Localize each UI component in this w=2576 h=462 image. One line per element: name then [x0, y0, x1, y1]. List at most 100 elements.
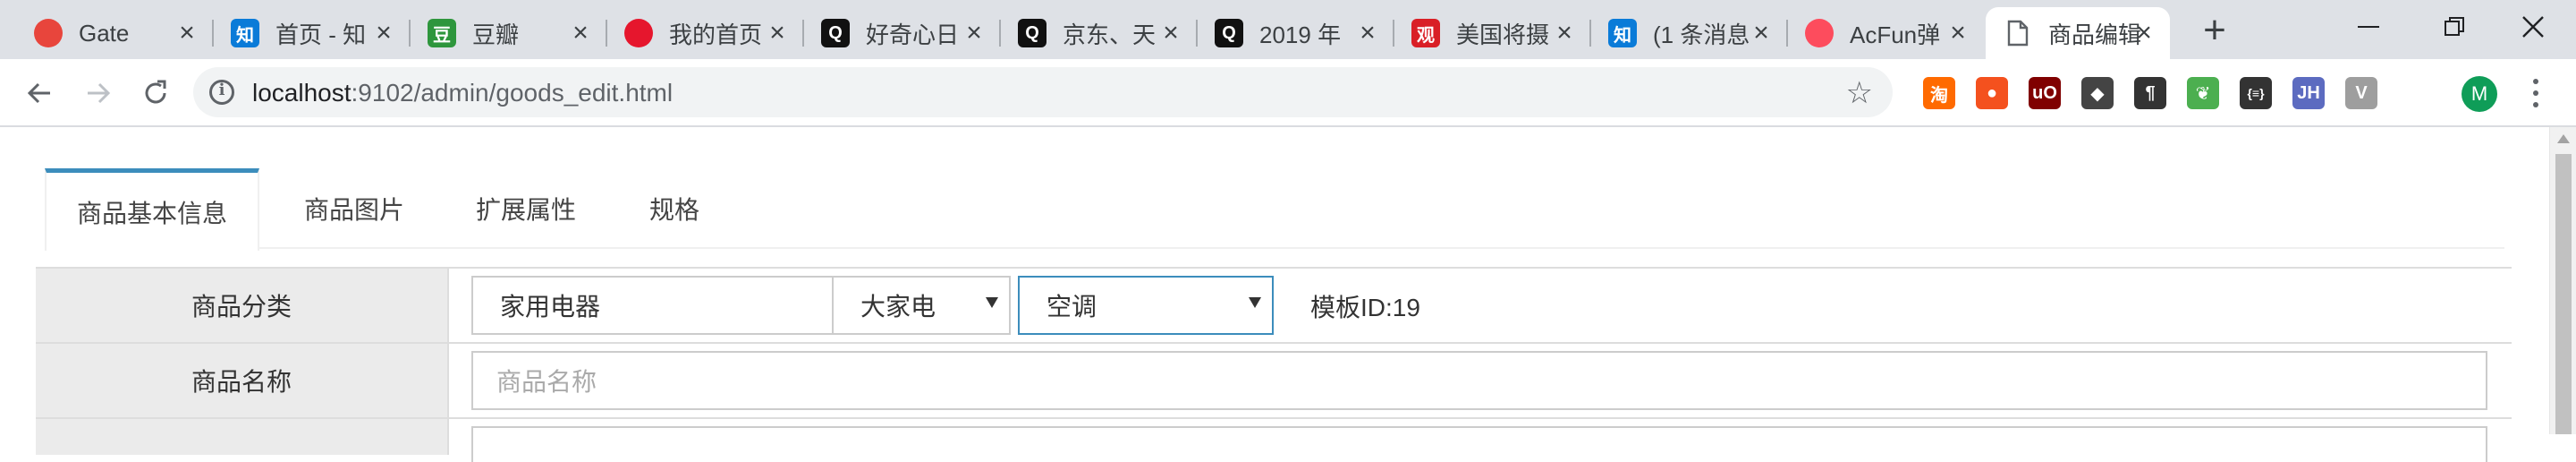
close-tab-icon[interactable]: ×: [2131, 20, 2157, 47]
close-tab-icon[interactable]: ×: [1551, 20, 1578, 47]
chevron-down-icon: [986, 297, 998, 308]
tab-specifications[interactable]: 规格: [619, 168, 730, 249]
close-window-button[interactable]: [2490, 0, 2576, 54]
goods-name-row: 商品名称 商品名称: [36, 344, 2512, 419]
tab-separator: [1589, 20, 1591, 47]
browser-tab[interactable]: 知首页 - 知 ×: [213, 7, 410, 59]
menu-dot: [2533, 78, 2538, 84]
minimize-window-button[interactable]: [2326, 0, 2411, 54]
jh-ext-icon[interactable]: JH: [2292, 77, 2325, 109]
taobao-ext-icon[interactable]: 淘: [1923, 77, 1955, 109]
minimize-icon: [2358, 26, 2379, 28]
url-text[interactable]: localhost:9102/admin/goods_edit.html: [252, 79, 673, 107]
weibo-favicon-icon: [624, 19, 653, 47]
tab-separator: [1196, 20, 1198, 47]
tab-separator: [802, 20, 804, 47]
reload-button[interactable]: [132, 70, 179, 116]
next-row-input[interactable]: [471, 426, 2487, 462]
browser-tab[interactable]: 知 (1 条消息 ×: [1590, 7, 1787, 59]
browser-tab[interactable]: Gate ×: [16, 7, 213, 59]
next-row-label: [36, 419, 449, 455]
category-row: 商品分类 家用电器 大家电 空调 模板ID:19: [36, 269, 2512, 344]
browser-tab[interactable]: Q 好奇心日 ×: [803, 7, 1000, 59]
goods-name-input[interactable]: 商品名称: [471, 351, 2487, 410]
close-tab-icon[interactable]: ×: [1748, 20, 1775, 47]
scroll-up-arrow-icon[interactable]: [2557, 134, 2570, 143]
category-level1-select[interactable]: 家用电器: [471, 276, 863, 335]
vue-ext-icon[interactable]: V: [2345, 77, 2377, 109]
tab-separator: [212, 20, 214, 47]
pilcrow-ext-icon[interactable]: ¶: [2134, 77, 2166, 109]
close-tab-icon[interactable]: ×: [370, 20, 397, 47]
close-tab-icon[interactable]: ×: [1945, 20, 1971, 47]
tab-images[interactable]: 商品图片: [274, 168, 435, 249]
menu-dot: [2533, 90, 2538, 96]
scrollbar-thumb[interactable]: [2555, 154, 2572, 434]
chevron-down-icon: [1249, 297, 1261, 308]
close-tab-icon[interactable]: ×: [1354, 20, 1381, 47]
tab-separator: [606, 20, 607, 47]
arrow-left-icon: [27, 82, 50, 104]
category-level3-select[interactable]: 空调: [1018, 276, 1274, 335]
tab-extended-attributes[interactable]: 扩展属性: [445, 168, 606, 249]
browser-menu-button[interactable]: [2522, 75, 2549, 111]
category-level2-value: 大家电: [860, 293, 936, 321]
ublock-ext-icon[interactable]: uO: [2029, 77, 2061, 109]
tab-separator: [999, 20, 1001, 47]
tab-basic-info[interactable]: 商品基本信息: [45, 168, 260, 251]
browser-tab[interactable]: Q 京东、天 ×: [1000, 7, 1197, 59]
zhihu-favicon-icon: 知: [231, 19, 259, 47]
leaf-ext-icon[interactable]: ❦: [2187, 77, 2219, 109]
tab-separator: [1393, 20, 1394, 47]
browser-tab[interactable]: 观美国将摄 ×: [1394, 7, 1590, 59]
page-content: 商品基本信息 商品图片 扩展属性 规格 商品分类 家用电器 大家电 空调 模板I…: [0, 127, 2576, 462]
browser-tab[interactable]: 商品编辑 ×: [1986, 7, 2170, 59]
page-favicon-icon: [2004, 19, 2032, 47]
close-tab-icon[interactable]: ×: [764, 20, 791, 47]
profile-avatar[interactable]: M: [2462, 76, 2497, 112]
goods-form: 商品分类 家用电器 大家电 空调 模板ID:19 商品名称 商品名称: [36, 267, 2512, 462]
site-info-icon[interactable]: [209, 80, 234, 105]
next-form-row: [36, 419, 2512, 462]
bookmark-star-icon[interactable]: ☆: [1846, 75, 1873, 111]
category-level2-select[interactable]: 大家电: [832, 276, 1011, 335]
reload-icon: [145, 80, 166, 104]
browser-tab[interactable]: Q 2019 年 ×: [1197, 7, 1394, 59]
spy-ext-icon[interactable]: ◆: [2081, 77, 2114, 109]
tab-separator: [1786, 20, 1788, 47]
new-tab-button[interactable]: +: [2193, 11, 2236, 54]
browser-tab-strip: Gate × 知首页 - 知 × 豆豆瓣 × 我的首页 × Q 好奇心日 × Q 京东、天 × Q 2019 …: [0, 0, 2576, 59]
address-bar[interactable]: localhost:9102/admin/goods_edit.html ☆: [193, 67, 1893, 117]
url-host: localhost: [252, 79, 352, 107]
qdaily-favicon-icon: Q: [1215, 19, 1243, 47]
close-tab-icon[interactable]: ×: [567, 20, 594, 47]
category-label: 商品分类: [36, 269, 449, 342]
back-button[interactable]: [16, 70, 63, 116]
close-tab-icon[interactable]: ×: [961, 20, 987, 47]
menu-dot: [2533, 102, 2538, 108]
acfun-favicon-icon: [1805, 19, 1834, 47]
restore-window-button[interactable]: [2411, 0, 2497, 54]
browser-toolbar: localhost:9102/admin/goods_edit.html ☆ 淘…: [0, 59, 2576, 127]
arrow-right-icon: [88, 82, 111, 104]
zhihu-favicon-icon: 知: [1608, 19, 1637, 47]
close-tab-icon[interactable]: ×: [174, 20, 200, 47]
category-level3-value: 空调: [1046, 293, 1097, 321]
browser-tab[interactable]: 我的首页 ×: [606, 7, 803, 59]
close-tab-icon[interactable]: ×: [1157, 20, 1184, 47]
douban-favicon-icon: 豆: [428, 19, 456, 47]
qdaily-favicon-icon: Q: [1018, 19, 1046, 47]
goods-name-label: 商品名称: [36, 344, 449, 417]
guancha-favicon-icon: 观: [1411, 19, 1440, 47]
json-ext-icon[interactable]: {≡}: [2240, 77, 2272, 109]
tab-separator: [409, 20, 411, 47]
qdaily-favicon-icon: Q: [821, 19, 850, 47]
category-level1-value: 家用电器: [500, 293, 601, 321]
browser-tab[interactable]: AcFun弹 ×: [1787, 7, 1984, 59]
page-scrollbar[interactable]: [2549, 127, 2576, 434]
restore-icon: [2445, 17, 2464, 36]
close-icon: [2522, 16, 2544, 38]
forward-button[interactable]: [75, 70, 122, 116]
map-pin-ext-icon[interactable]: ●: [1976, 77, 2008, 109]
browser-tab[interactable]: 豆豆瓣 ×: [410, 7, 606, 59]
